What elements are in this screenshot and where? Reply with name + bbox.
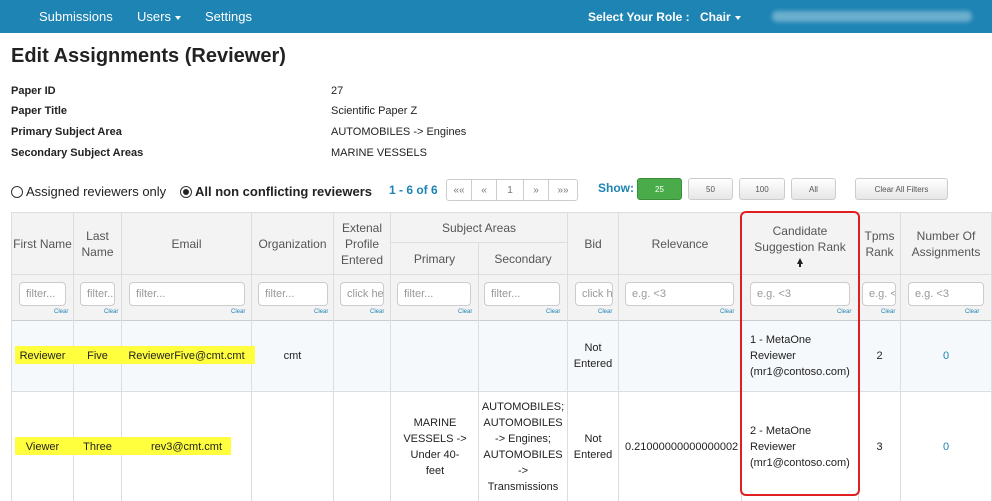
page-title: Edit Assignments (Reviewer): [11, 45, 286, 67]
chevron-down-icon: [734, 15, 741, 20]
cell-secondary: AUTOMOBILES; AUTOMOBILES -> Engines; AUT…: [481, 400, 565, 493]
cell-bid[interactable]: Not Entered: [568, 392, 618, 501]
clear-primary-link[interactable]: Clear: [458, 309, 472, 315]
secondary-subject-value: MARINE VESSELS: [331, 147, 427, 159]
cell-first-name: Viewer: [25, 440, 60, 453]
primary-subject-value: AUTOMOBILES -> Engines: [331, 126, 467, 138]
page-size-100-button[interactable]: 100: [739, 178, 785, 200]
cell-num-assignments-link[interactable]: 0: [901, 392, 991, 501]
assigned-only-radio[interactable]: Assigned reviewers only: [11, 184, 166, 199]
pager-first-button[interactable]: ««: [446, 179, 472, 201]
filter-primary-input[interactable]: filter...: [397, 282, 471, 306]
cell-organization: cmt: [283, 350, 302, 362]
cell-organization: [252, 392, 333, 501]
cell-tpms-rank: 3: [876, 440, 883, 453]
top-navbar: Submissions Users Settings Select Your R…: [0, 0, 992, 33]
header-tpms-rank[interactable]: Tpms Rank: [859, 213, 900, 274]
header-bid[interactable]: Bid: [568, 213, 618, 274]
header-email[interactable]: Email: [122, 213, 251, 274]
header-relevance[interactable]: Relevance: [619, 213, 741, 274]
pager: «« « 1 » »»: [446, 179, 578, 201]
clear-extenal-profile-link[interactable]: Clear: [370, 309, 384, 315]
cell-tpms-rank: 2: [876, 350, 883, 362]
header-organization[interactable]: Organization: [252, 213, 333, 274]
filter-last-name-input[interactable]: filter...: [80, 282, 115, 306]
role-label: Select Your Role :: [588, 10, 690, 24]
cell-num-assignments-link[interactable]: 0: [901, 321, 991, 391]
cell-first-name: Reviewer: [19, 350, 66, 362]
filter-email-input[interactable]: filter...: [129, 282, 245, 306]
show-label: Show:: [598, 181, 634, 195]
header-last-name[interactable]: Last Name: [74, 213, 121, 274]
pager-next-button[interactable]: »: [523, 179, 549, 201]
filter-num-assignments-input[interactable]: e.g. <3: [908, 282, 984, 306]
paper-id-value: 27: [331, 85, 344, 97]
filter-organization-input[interactable]: filter...: [258, 282, 328, 306]
assigned-only-label: Assigned reviewers only: [26, 184, 167, 199]
page-size-25-button[interactable]: 25: [637, 178, 682, 200]
cell-bid[interactable]: Not Entered: [568, 321, 618, 391]
clear-relevance-link[interactable]: Clear: [720, 309, 734, 315]
clear-first-name-link[interactable]: Clear: [54, 309, 68, 315]
clear-last-name-link[interactable]: Clear: [104, 309, 118, 315]
clear-num-assignments-link[interactable]: Clear: [965, 309, 979, 315]
nav-users-menu[interactable]: Users: [137, 9, 181, 24]
clear-email-link[interactable]: Clear: [231, 309, 245, 315]
annotation-box: [740, 211, 860, 496]
clear-secondary-link[interactable]: Clear: [546, 309, 560, 315]
user-menu-blurred[interactable]: [772, 11, 972, 22]
page-size-all-button[interactable]: All: [791, 178, 836, 200]
all-non-conflicting-label: All non conflicting reviewers: [195, 184, 372, 199]
pager-page-button[interactable]: 1: [496, 179, 524, 201]
radio-checked-icon: [180, 185, 192, 198]
primary-subject-label: Primary Subject Area: [11, 126, 122, 138]
filter-relevance-input[interactable]: e.g. <3: [625, 282, 734, 306]
header-secondary[interactable]: Secondary: [479, 243, 567, 274]
secondary-subject-label: Secondary Subject Areas: [11, 147, 144, 159]
role-dropdown[interactable]: Chair: [700, 10, 741, 24]
nav-users-label: Users: [137, 9, 171, 24]
clear-organization-link[interactable]: Clear: [314, 309, 328, 315]
clear-tpms-rank-link[interactable]: Clear: [881, 309, 895, 315]
clear-all-filters-button[interactable]: Clear All Filters: [855, 178, 948, 200]
pager-prev-button[interactable]: «: [471, 179, 497, 201]
paper-title-label: Paper Title: [11, 105, 68, 117]
filter-bid-input[interactable]: click here: [575, 282, 613, 306]
pager-last-button[interactable]: »»: [548, 179, 578, 201]
paper-id-label: Paper ID: [11, 85, 56, 97]
cell-email: ReviewerFive@cmt.cmt: [128, 350, 245, 362]
filter-first-name-input[interactable]: filter...: [19, 282, 66, 306]
paper-title-value: Scientific Paper Z: [331, 105, 418, 117]
nav-settings[interactable]: Settings: [205, 9, 252, 24]
nav-submissions[interactable]: Submissions: [39, 9, 113, 24]
pager-range: 1 - 6 of 6: [389, 183, 438, 197]
chevron-down-icon: [174, 15, 181, 20]
cell-last-name: Three: [83, 440, 112, 453]
all-non-conflicting-radio[interactable]: All non conflicting reviewers: [180, 184, 372, 199]
radio-unchecked-icon: [11, 185, 23, 198]
page-size-50-button[interactable]: 50: [688, 178, 733, 200]
filter-tpms-rank-input[interactable]: e.g. <3: [862, 282, 896, 306]
clear-bid-link[interactable]: Clear: [598, 309, 612, 315]
header-first-name[interactable]: First Name: [12, 213, 73, 274]
cell-email: rev3@cmt.cmt: [150, 440, 223, 453]
filter-secondary-input[interactable]: filter...: [484, 282, 560, 306]
header-extenal-profile[interactable]: Extenal Profile Entered: [334, 213, 390, 274]
filter-extenal-profile-input[interactable]: click here: [340, 282, 384, 306]
cell-relevance: 0.21000000000000002: [625, 440, 739, 453]
role-value: Chair: [700, 10, 731, 24]
header-num-assignments[interactable]: Number Of Assignments: [901, 213, 991, 274]
header-primary[interactable]: Primary: [391, 243, 478, 274]
cell-last-name: Five: [87, 350, 108, 362]
cell-primary: MARINE VESSELS -> Under 40-feet: [403, 416, 467, 477]
header-subject-areas: Subject Areas: [441, 220, 517, 235]
